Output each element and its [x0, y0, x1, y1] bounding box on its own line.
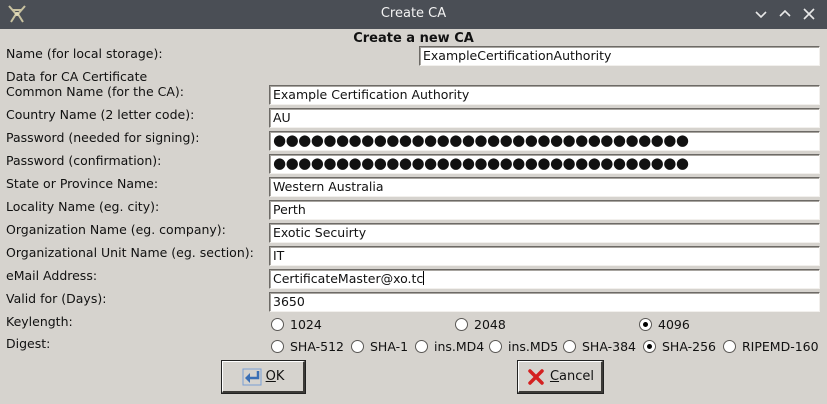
title-bar[interactable]: Create CA [0, 0, 827, 29]
radio-circle [271, 340, 284, 353]
organization-label: Organization Name (eg. company): [6, 222, 226, 237]
section-label: Data for CA Certificate [6, 69, 148, 84]
org-unit-label: Organizational Unit Name (eg. section): [6, 245, 254, 260]
keylength-option-label: 4096 [658, 317, 690, 332]
keylength-option-label: 2048 [474, 317, 506, 332]
digest-radio-md5[interactable]: ins.MD5 [489, 339, 558, 354]
digest-option-label: SHA-512 [290, 339, 344, 354]
radio-circle-selected [643, 340, 656, 353]
digest-radio-sha1[interactable]: SHA-1 [351, 339, 408, 354]
email-value: CertificateMaster@xo.tc [273, 271, 424, 286]
cancel-button[interactable]: Cancel [517, 360, 604, 394]
keylength-radio-4096[interactable]: 4096 [639, 317, 690, 332]
digest-option-label: ins.MD5 [508, 339, 559, 354]
dialog-body: Create a new CA Name (for local storage)… [0, 29, 827, 404]
radio-circle [415, 340, 428, 353]
common-name-label: Common Name (for the CA): [6, 84, 185, 99]
text-caret [423, 271, 425, 285]
red-x-icon [528, 368, 544, 385]
ok-button-label: OK [265, 369, 285, 384]
cancel-button-label: Cancel [549, 369, 595, 384]
state-label: State or Province Name: [6, 176, 159, 191]
locality-input[interactable]: Perth [269, 200, 820, 220]
keylength-radio-2048[interactable]: 2048 [455, 317, 506, 332]
radio-circle [351, 340, 364, 353]
digest-radio-ripemd160[interactable]: RIPEMD-160 [723, 339, 819, 354]
common-name-input[interactable]: Example Certification Authority [269, 85, 820, 105]
valid-days-label: Valid for (Days): [6, 291, 107, 306]
org-unit-input[interactable]: IT [269, 246, 820, 266]
password-confirm-label: Password (confirmation): [6, 153, 162, 168]
password-confirm-input[interactable]: ●●●●●●●●●●●●●●●●●●●●●●●●●●●●●●●●● [269, 154, 820, 174]
radio-circle [563, 340, 576, 353]
dialog-heading: Create a new CA [353, 31, 474, 46]
organization-input[interactable]: Exotic Secuirty [269, 223, 820, 243]
keylength-radio-1024[interactable]: 1024 [271, 317, 322, 332]
digest-option-label: SHA-1 [370, 339, 409, 354]
digest-radio-sha384[interactable]: SHA-384 [563, 339, 636, 354]
create-ca-window: Create CA Create a new CA Name (for loca… [0, 0, 827, 404]
country-name-input[interactable]: AU [269, 108, 820, 128]
valid-days-input[interactable]: 3650 [269, 292, 820, 312]
digest-option-label: SHA-384 [582, 339, 636, 354]
country-name-label: Country Name (2 letter code): [6, 107, 195, 122]
radio-circle [271, 318, 284, 331]
digest-option-label: SHA-256 [662, 339, 716, 354]
keylength-option-label: 1024 [290, 317, 322, 332]
radio-circle [455, 318, 468, 331]
minimize-button[interactable] [753, 6, 769, 22]
email-input[interactable]: CertificateMaster@xo.tc [269, 269, 820, 289]
ok-button[interactable]: OK [221, 360, 306, 394]
radio-circle [723, 340, 736, 353]
digest-option-label: ins.MD4 [434, 339, 485, 354]
digest-label: Digest: [6, 336, 51, 351]
locality-label: Locality Name (eg. city): [6, 199, 160, 214]
email-label: eMail Address: [6, 268, 98, 283]
keylength-label: Keylength: [6, 314, 73, 329]
digest-option-label: RIPEMD-160 [742, 339, 819, 354]
name-label: Name (for local storage): [6, 46, 163, 61]
radio-circle-selected [639, 318, 652, 331]
digest-radio-sha256[interactable]: SHA-256 [643, 339, 716, 354]
password-input[interactable]: ●●●●●●●●●●●●●●●●●●●●●●●●●●●●●●●●● [269, 131, 820, 151]
window-title: Create CA [380, 6, 447, 21]
return-arrow-icon [242, 368, 262, 385]
close-button[interactable] [801, 6, 817, 22]
state-input[interactable]: Western Australia [269, 177, 820, 197]
radio-circle [489, 340, 502, 353]
digest-radio-md4[interactable]: ins.MD4 [415, 339, 484, 354]
name-input[interactable]: ExampleCertificationAuthority [419, 46, 820, 66]
password-label: Password (needed for signing): [6, 130, 200, 145]
digest-radio-sha512[interactable]: SHA-512 [271, 339, 344, 354]
maximize-button[interactable] [777, 6, 793, 22]
